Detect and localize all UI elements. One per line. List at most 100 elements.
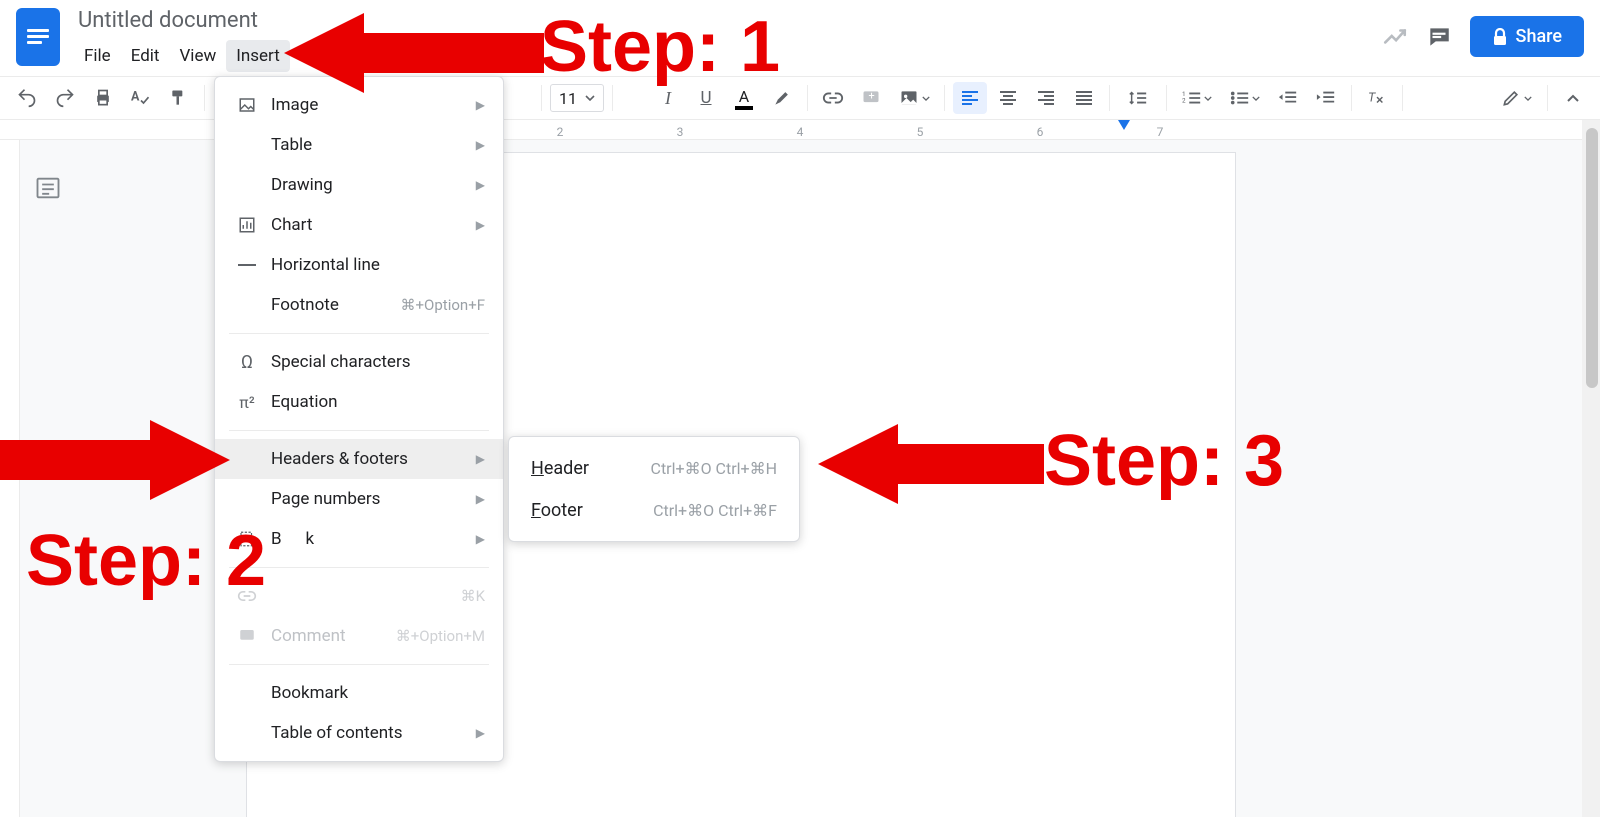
toolbar-separator: [1109, 85, 1110, 111]
bulleted-list-button[interactable]: [1223, 82, 1267, 114]
svg-text:T: T: [1368, 91, 1376, 106]
menu-footnote[interactable]: Footnote ⌘+Option+F: [215, 285, 503, 325]
annotation-arrow-step2: [0, 418, 230, 502]
menu-comment[interactable]: Comment ⌘+Option+M: [215, 616, 503, 656]
toolbar-separator: [204, 85, 205, 111]
annotation-label-step3: Step: 3: [1044, 420, 1284, 502]
chevron-down-icon: [585, 95, 595, 101]
headers-footers-submenu: Header Ctrl+⌘O Ctrl+⌘H Footer Ctrl+⌘O Ct…: [508, 436, 800, 542]
ruler-tick: 5: [860, 125, 980, 139]
submenu-arrow-icon: ▶: [476, 452, 485, 466]
menu-label: Headers & footers: [271, 449, 470, 469]
align-right-button[interactable]: [1029, 82, 1063, 114]
print-button[interactable]: [86, 82, 120, 114]
comment-icon: [233, 627, 261, 645]
document-outline-button[interactable]: [34, 174, 64, 204]
menu-divider: [229, 664, 489, 665]
menu-bookmark[interactable]: Bookmark: [215, 673, 503, 713]
annotation-arrow-step1: [284, 8, 544, 98]
menu-chart[interactable]: Chart ▶: [215, 205, 503, 245]
ruler-tick: 4: [740, 125, 860, 139]
submenu-arrow-icon: ▶: [476, 532, 485, 546]
menu-label: Image: [271, 95, 470, 115]
ruler-tick: 2: [500, 125, 620, 139]
ruler-tick: 6: [980, 125, 1100, 139]
menu-shortcut: ⌘K: [461, 587, 485, 605]
toolbar-separator: [612, 85, 613, 111]
menu-shortcut: ⌘+Option+F: [401, 296, 485, 314]
submenu-arrow-icon: ▶: [476, 178, 485, 192]
menu-equation[interactable]: π² Equation: [215, 382, 503, 422]
align-justify-button[interactable]: [1067, 82, 1101, 114]
header-right: Share: [1382, 16, 1584, 57]
menu-label: Bookmark: [271, 683, 485, 703]
menu-label: Drawing: [271, 175, 470, 195]
ruler-tick: 3: [620, 125, 740, 139]
clear-formatting-button[interactable]: T: [1360, 82, 1394, 114]
vertical-scrollbar[interactable]: [1582, 120, 1600, 817]
toolbar-separator: [1547, 85, 1548, 111]
menu-shortcut: Ctrl+⌘O Ctrl+⌘H: [651, 459, 777, 478]
menu-label: Break: [271, 529, 470, 549]
lock-icon: [1492, 28, 1508, 46]
menu-divider: [229, 567, 489, 568]
align-left-button[interactable]: [953, 82, 987, 114]
font-size-input[interactable]: 11: [550, 84, 604, 112]
menu-shortcut: ⌘+Option+M: [396, 627, 485, 645]
toolbar-separator: [807, 85, 808, 111]
menu-insert[interactable]: Insert: [226, 40, 290, 72]
decrease-indent-button[interactable]: [1271, 82, 1305, 114]
collapse-toolbar-button[interactable]: [1556, 82, 1590, 114]
menu-label: Chart: [271, 215, 470, 235]
menu-headers-footers[interactable]: Headers & footers ▶: [215, 439, 503, 479]
menu-special-characters[interactable]: Ω Special characters: [215, 342, 503, 382]
annotation-arrow-step3: [818, 422, 1044, 506]
menu-table[interactable]: Table ▶: [215, 125, 503, 165]
image-icon: [233, 96, 261, 114]
increase-indent-button[interactable]: [1309, 82, 1343, 114]
chart-icon: [233, 216, 261, 234]
activity-icon[interactable]: [1382, 24, 1408, 50]
menu-horizontal-line[interactable]: Horizontal line: [215, 245, 503, 285]
redo-button[interactable]: [48, 82, 82, 114]
menu-label: Horizontal line: [271, 255, 485, 275]
scrollbar-thumb[interactable]: [1586, 128, 1598, 388]
menu-table-of-contents[interactable]: Table of contents ▶: [215, 713, 503, 753]
menu-label: Table of contents: [271, 723, 470, 743]
numbered-list-button[interactable]: 12: [1175, 82, 1219, 114]
horizontal-line-icon: [233, 263, 261, 267]
line-spacing-button[interactable]: [1118, 82, 1158, 114]
editing-mode-button[interactable]: [1493, 82, 1539, 114]
menu-label: Equation: [271, 392, 485, 412]
docs-logo-icon[interactable]: [16, 8, 60, 66]
share-label: Share: [1516, 26, 1562, 47]
font-size-value: 11: [559, 89, 577, 108]
paint-format-button[interactable]: [162, 82, 196, 114]
svg-text:A: A: [131, 90, 140, 105]
share-button[interactable]: Share: [1470, 16, 1584, 57]
submenu-label: Header: [531, 458, 651, 479]
align-center-button[interactable]: [991, 82, 1025, 114]
toolbar-separator: [1166, 85, 1167, 111]
insert-comment-button[interactable]: +: [854, 82, 888, 114]
submenu-footer[interactable]: Footer Ctrl+⌘O Ctrl+⌘F: [509, 489, 799, 531]
menu-drawing[interactable]: Drawing ▶: [215, 165, 503, 205]
toolbar-separator: [944, 85, 945, 111]
menu-label: Comment: [271, 626, 396, 646]
undo-button[interactable]: [10, 82, 44, 114]
menu-view[interactable]: View: [169, 40, 226, 72]
comments-icon[interactable]: [1426, 24, 1452, 50]
submenu-label: Footer: [531, 500, 653, 521]
menu-divider: [229, 333, 489, 334]
menu-edit[interactable]: Edit: [121, 40, 170, 72]
insert-image-button[interactable]: [892, 82, 936, 114]
submenu-header[interactable]: Header Ctrl+⌘O Ctrl+⌘H: [509, 447, 799, 489]
svg-text:2: 2: [1182, 97, 1186, 105]
menu-file[interactable]: File: [74, 40, 121, 72]
menu-page-numbers[interactable]: Page numbers ▶: [215, 479, 503, 519]
menu-label: Table: [271, 135, 470, 155]
insert-link-button[interactable]: [816, 82, 850, 114]
pi-icon: π²: [233, 393, 261, 412]
chevron-down-icon: [922, 96, 930, 101]
spellcheck-button[interactable]: A: [124, 82, 158, 114]
